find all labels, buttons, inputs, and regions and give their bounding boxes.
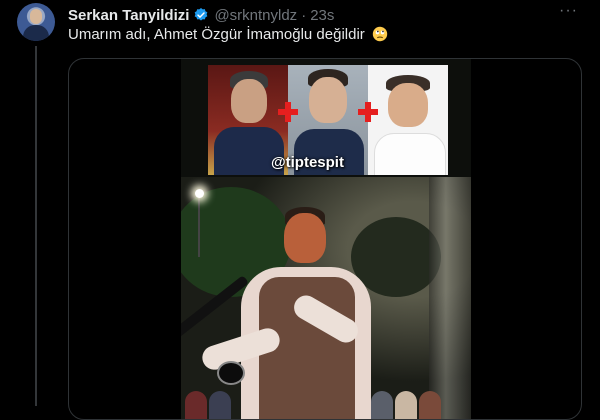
more-options-icon[interactable]: ··· <box>559 2 578 20</box>
display-name[interactable]: Serkan Tanyildizi <box>68 7 189 24</box>
tweet-text-container: Umarım adı, Ahmet Özgür İmamoğlu değildi… <box>68 26 388 43</box>
avatar[interactable] <box>17 3 55 41</box>
video-player[interactable]: @tiptespit <box>181 59 471 419</box>
avatar-suit <box>23 25 49 41</box>
plus-icon <box>278 102 298 122</box>
performer-head <box>284 213 326 263</box>
user-handle[interactable]: @srkntnyldz <box>214 7 297 24</box>
media-card[interactable]: @tiptespit <box>68 58 582 420</box>
street-lamp <box>195 189 204 198</box>
tweet-timestamp[interactable]: 23s <box>310 7 334 24</box>
portrait-right <box>368 65 448 175</box>
avatar-face <box>30 9 42 24</box>
crowd-person <box>395 391 417 419</box>
tree-trunk <box>429 177 471 419</box>
crowd-person <box>209 391 231 419</box>
clarinet-bell <box>217 361 245 385</box>
lamp-pole <box>198 197 200 257</box>
crowd-person <box>371 391 393 419</box>
plus-icon <box>358 102 378 122</box>
separator-dot: · <box>301 6 307 24</box>
thread-line <box>35 46 37 406</box>
crowd-person <box>185 391 207 419</box>
rolling-eyes-emoji-icon <box>372 26 388 42</box>
verified-badge-icon[interactable] <box>193 7 209 23</box>
crowd-person <box>419 391 441 419</box>
tweet-header: Serkan Tanyildizi @srkntnyldz · 23s <box>68 5 580 25</box>
video-watermark: @tiptespit <box>271 154 344 171</box>
tweet-text: Umarım adı, Ahmet Özgür İmamoğlu değildi… <box>68 26 365 43</box>
video-scene <box>181 177 471 419</box>
